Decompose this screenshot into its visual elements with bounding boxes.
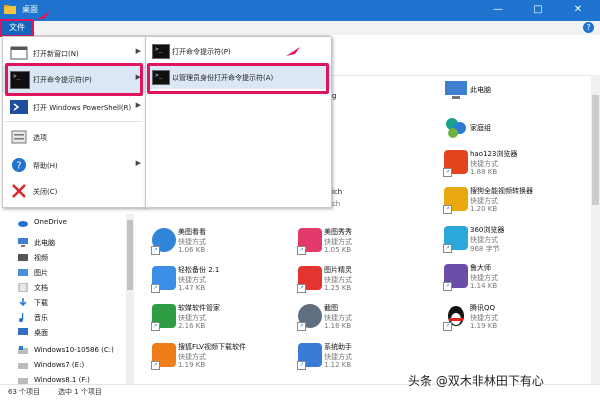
submenu-arrow-icon: ▶ [135,47,141,55]
drive-icon [18,346,28,354]
submenu-arrow-icon: ▶ [135,101,141,109]
shortcut-arrow-icon: ↗ [443,322,452,331]
file-item-sogou-converter[interactable]: ↗ 搜狗全能视频转换器 快捷方式 1.20 KB [440,185,580,221]
drive-icon [18,363,28,369]
highlight-frame [5,63,143,96]
selected-count: 选中 1 个项目 [58,388,102,396]
menu-item-options[interactable]: 选项 [3,123,145,151]
content-scrollbar[interactable] [591,75,600,384]
file-menu: 打开新窗口(N) ▶ 打开命令提示符(P) ▶ 打开 Windows Power… [2,36,146,208]
navigation-pane: OneDrive 此电脑 视频 图片 文档 下载 音乐 桌面 Windows10… [0,214,126,384]
shortcut-arrow-icon: ↗ [297,322,306,331]
shortcut-arrow-icon: ↗ [443,244,452,253]
shortcut-arrow-icon: ↗ [443,282,452,291]
cloud-icon [18,221,28,227]
watermark: 头条 @双木非林田下有心 [408,374,544,388]
shortcut-arrow-icon: ↗ [151,246,160,255]
file-item-homegroup[interactable]: 家庭组 [440,114,580,150]
menu-divider [5,121,143,122]
help-icon[interactable]: ? [583,22,594,33]
minimize-button[interactable]: — [478,0,518,21]
nav-item-downloads[interactable]: 下载 [0,296,126,310]
shortcut-arrow-icon: ↗ [151,322,160,331]
file-item-software-manager[interactable]: ↗ 软媒软件管家 快捷方式 2.16 KB [148,302,288,338]
ribbon-bar: 文件 ? [0,19,600,37]
options-icon [11,130,27,144]
close-window-button[interactable]: ✕ [558,0,598,21]
homegroup-icon [446,118,466,138]
pointer-arrow-icon [36,11,50,20]
cmd-icon [152,44,170,59]
item-count: 63 个项目 [8,388,41,396]
file-item-qq[interactable]: ↗ 腾讯QQ 快捷方式 1.19 KB [440,302,580,338]
nav-scrollbar[interactable] [126,214,134,384]
highlight-frame [147,63,329,94]
cmd-submenu: 打开命令提示符(P) 以管理员身份打开命令提示符(A) [145,36,332,208]
nav-item-music[interactable]: 音乐 [0,311,126,325]
file-item-this-pc[interactable]: 此电脑 [440,76,580,112]
file-item-screenshot[interactable]: ↗ 截图 快捷方式 1.16 KB [294,302,434,338]
nav-item-desktop[interactable]: 桌面 [0,326,126,340]
nav-item-drive-e[interactable]: Windows7 (E:) [0,359,126,373]
video-icon [18,254,28,261]
nav-scroll-thumb[interactable] [127,220,133,290]
address-area [330,35,600,76]
file-item-ludashi[interactable]: ↗ 鲁大师 快捷方式 1.14 KB [440,262,580,298]
shortcut-arrow-icon: ↗ [151,284,160,293]
shortcut-arrow-icon: ↗ [297,361,306,370]
file-item-hao123[interactable]: ↗ hao123浏览器 快捷方式 1.88 KB [440,148,580,184]
powershell-icon [10,100,28,114]
shortcut-arrow-icon: ↗ [443,168,452,177]
shortcut-arrow-icon: ↗ [297,246,306,255]
help-icon: ? [12,158,26,172]
shortcut-arrow-icon: ↗ [151,361,160,370]
documents-icon [18,283,28,292]
nav-item-pictures[interactable]: 图片 [0,266,126,280]
nav-item-this-pc[interactable]: 此电脑 [0,236,126,250]
nav-item-videos[interactable]: 视频 [0,251,126,265]
partial-file-label: g [332,92,337,100]
title-bar: 桌面 — □ ✕ [0,0,600,21]
shortcut-arrow-icon: ↗ [443,205,452,214]
file-tab[interactable]: 文件 [0,19,34,37]
svg-text:?: ? [16,161,21,172]
maximize-button[interactable]: □ [518,0,558,21]
close-icon [12,184,26,198]
menu-item-open-powershell[interactable]: 打开 Windows PowerShell(R) ▶ [3,93,145,121]
content-scroll-thumb[interactable] [592,95,599,205]
shortcut-arrow-icon: ↗ [297,284,306,293]
music-icon [19,313,24,322]
file-item-meitu-kankan[interactable]: ↗ 美图看看 快捷方式 1.06 KB [148,226,288,262]
file-item-flv-downloader[interactable]: ↗ 搜狐FLV视频下载软件 快捷方式 1.19 KB [148,341,288,377]
partial-file-label: ich [332,188,343,196]
file-item-meitu-xiuxiu[interactable]: ↗ 美图秀秀 快捷方式 1.05 KB [294,226,434,262]
window-icon [10,46,28,60]
nav-item-documents[interactable]: 文档 [0,281,126,295]
computer-icon [18,238,28,247]
desktop-icon [18,328,28,335]
file-item-360-browser[interactable]: ↗ 360浏览器 快捷方式 968 字节 [440,224,580,260]
file-item-easy-backup[interactable]: ↗ 轻松备份 2.1 快捷方式 1.47 KB [148,264,288,300]
file-item-picture-sprite[interactable]: ↗ 图片精灵 快捷方式 1.25 KB [294,264,434,300]
nav-item-drive-c[interactable]: Windows10-10586 (C:) [0,344,126,358]
computer-icon [445,81,467,99]
submenu-arrow-icon: ▶ [135,159,141,167]
menu-item-close[interactable]: 关闭(C) [3,177,145,205]
pointer-arrow-icon [286,47,300,56]
nav-item-onedrive[interactable]: OneDrive [0,216,126,230]
pictures-icon [18,269,28,276]
menu-item-help[interactable]: ? 帮助(H) ▶ [3,151,145,179]
download-icon [19,298,27,307]
folder-icon [4,5,16,14]
